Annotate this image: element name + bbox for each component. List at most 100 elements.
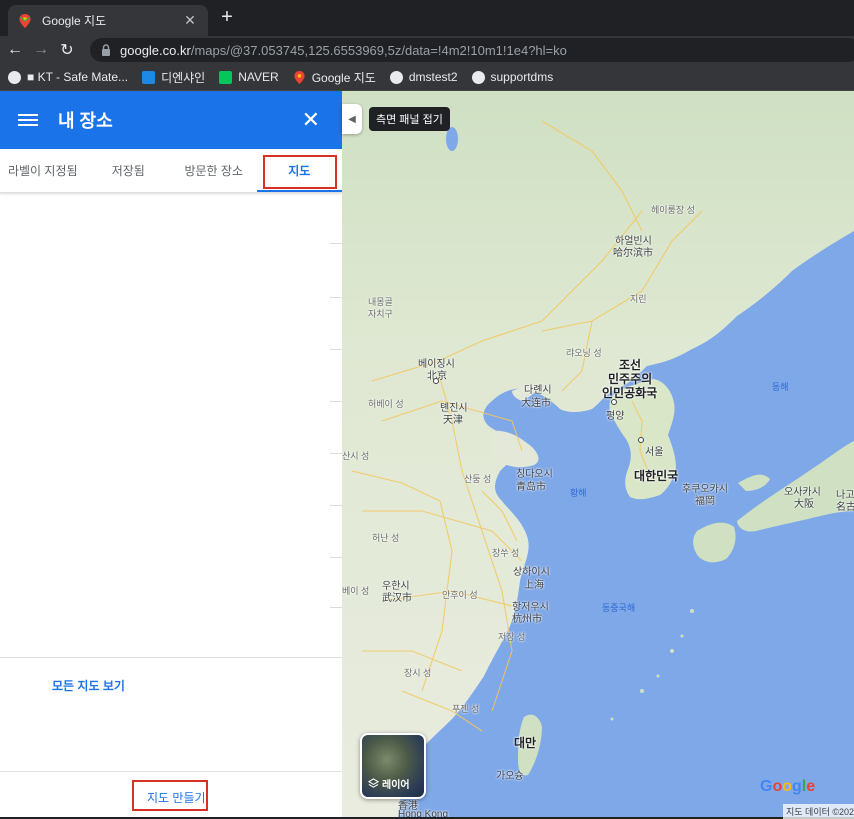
google-logo: Google [760,778,816,795]
browser-toolbar: ← → ↻ google.co.kr /maps/@37.053745,125.… [0,36,854,64]
scroll-tick [330,401,342,402]
bookmark-label: dmstest2 [408,70,458,84]
map-label: 가오슝 [496,771,524,782]
url-path: /maps/@37.053745,125.6553969,5z/data=!4m… [190,42,567,58]
map-label: 허난 성 [372,533,400,543]
city-dot [433,378,439,384]
divider [0,771,342,772]
city-dot [638,437,644,443]
map-label: 산시 성 [342,451,370,461]
lock-icon [102,44,110,56]
bookmark-supportdms[interactable]: supportdms [471,70,554,84]
scroll-tick [330,243,342,244]
bookmark-kt-safe-mate[interactable]: ■ KT - Safe Mate... [8,70,128,84]
map-label: 안후이 성 [442,590,478,600]
map-label: 지린 [630,294,647,304]
globe-icon [389,70,403,84]
globe-icon [8,70,21,84]
map-label: 산둥 성 [464,474,492,484]
map-label: 大阪 [794,499,814,510]
map-label: Hong Kong [398,809,449,817]
layers-label-wrap: 레이어 [368,776,410,791]
map-label: 베이 성 [342,586,370,596]
menu-icon[interactable] [18,111,38,129]
scroll-tick [330,607,342,608]
map-label: 장시 성 [404,668,432,678]
browser-tab-bar: Google 지도 ✕ + [0,0,854,36]
panel-content [0,193,342,656]
browser-tab-title: Google 지도 [42,14,107,28]
address-bar[interactable]: google.co.kr /maps/@37.053745,125.655396… [90,38,854,62]
city-dot [611,399,617,405]
map-label: 평양 [606,411,625,422]
map-label: 福岡 [695,496,715,507]
close-panel-icon[interactable]: ✕ [302,107,320,133]
bookmarks-bar: ■ KT - Safe Mate... 디엔샤인 NAVER Google 지도… [0,64,854,91]
close-tab-icon[interactable]: ✕ [182,12,198,29]
layers-label: 레이어 [382,780,410,791]
map-label: 名古 [836,502,854,513]
globe-icon [471,70,485,84]
map-canvas[interactable]: 헤이룽장 성 하얼빈시 哈尔滨市 지린 내몽골 자치구 랴오닝 성 베이징시 北… [342,91,854,817]
tab-maps[interactable]: 지도 [256,149,342,192]
bookmark-label: Google 지도 [311,70,376,85]
view-all-maps-link[interactable]: 모든 지도 보기 [52,677,125,694]
bookmark-label: NAVER [238,70,279,84]
google-maps-favicon-icon [294,70,305,84]
bookmark-label: 디엔샤인 [161,70,206,85]
map-label: 大连市 [521,398,551,409]
bookmark-label: supportdms [490,70,554,84]
reload-icon[interactable]: ↻ [54,40,80,60]
map-label: 上海 [524,580,544,591]
new-tab-button[interactable]: + [217,6,237,29]
scroll-tick [330,349,342,350]
tab-labeled[interactable]: 라벨이 지정됨 [0,149,86,192]
layers-icon [368,778,379,788]
map-label: 황해 [570,488,587,498]
scroll-tick [330,505,342,506]
map-label: 랴오닝 성 [566,348,602,358]
panel-title: 내 장소 [58,111,113,131]
back-arrow-icon[interactable]: ← [2,41,28,59]
bookmark-dnshine[interactable]: 디엔샤인 [142,69,205,86]
map-label: 헤이룽장 성 [651,205,695,215]
scroll-tick [330,557,342,558]
map-label: 서울 [645,447,664,458]
browser-tab[interactable]: Google 지도 ✕ [8,5,208,36]
map-label: 동해 [772,382,789,392]
collapse-panel-tooltip: 측면 패널 접기 [369,107,450,131]
map-label: 허베이 성 [368,399,404,409]
google-maps-favicon-icon [19,13,31,28]
map-label: 哈尔滨市 [613,248,653,259]
tab-saved[interactable]: 저장됨 [86,149,172,192]
collapse-panel-button[interactable]: ◀ [342,104,362,134]
layers-button[interactable]: 레이어 [360,733,426,799]
dnshine-logo-icon [142,70,156,84]
bookmark-naver[interactable]: NAVER [219,70,279,84]
map-label: 저장 성 [498,632,526,642]
bookmark-label: ■ KT - Safe Mate... [27,70,129,84]
tab-visited[interactable]: 방문한 장소 [171,149,257,192]
scroll-tick [330,453,342,454]
map-label: 杭州市 [512,614,542,625]
map-label: 푸젠 성 [452,704,480,714]
my-places-panel: 내 장소 ✕ 라벨이 지정됨 저장됨 방문한 장소 지도 모든 지도 보기 지도… [0,91,342,817]
map-label: 인민공화국 [602,386,658,400]
map-label: 동중국해 [602,603,636,613]
map-label: 장쑤 성 [492,548,520,558]
map-label: 대만 [514,736,537,750]
map-label: 자치구 [368,309,393,319]
divider [0,657,342,658]
map-label: 武汉市 [382,593,412,604]
bookmark-google-maps[interactable]: Google 지도 [293,69,376,86]
forward-arrow-icon[interactable]: → [28,41,54,59]
panel-tabs: 라벨이 지정됨 저장됨 방문한 장소 지도 [0,149,342,193]
map-label: 青岛市 [516,482,546,493]
scroll-tick [330,297,342,298]
naver-logo-icon [219,70,233,84]
panel-header: 내 장소 ✕ [0,91,342,149]
url-host: google.co.kr [120,42,191,58]
map-label: 天津 [443,415,463,426]
bookmark-dmstest2[interactable]: dmstest2 [389,70,458,84]
create-map-button[interactable]: 지도 만들기 [147,789,206,806]
